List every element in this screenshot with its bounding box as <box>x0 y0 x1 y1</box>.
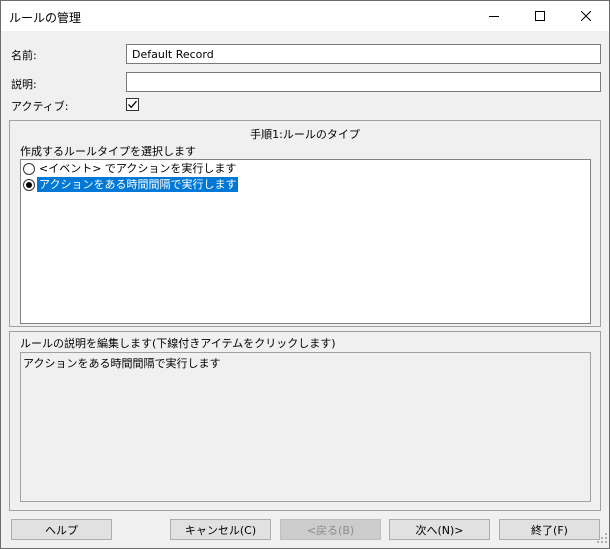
rule-description-group: ルールの説明を編集します(下線付きアイテムをクリックします) アクションをある時… <box>9 331 601 511</box>
rule-description-text: アクションをある時間間隔で実行します <box>23 357 221 370</box>
maximize-button[interactable] <box>517 1 563 31</box>
description-input[interactable] <box>126 72 601 92</box>
back-button[interactable]: <戻る(B) <box>280 519 381 540</box>
help-button[interactable]: ヘルプ <box>11 519 112 540</box>
radio-button-selected[interactable] <box>23 178 35 191</box>
title-bar[interactable]: ルールの管理 <box>1 1 609 31</box>
radio-button[interactable] <box>23 162 35 175</box>
checkmark-icon <box>128 100 137 109</box>
active-checkbox[interactable] <box>126 98 139 111</box>
active-label: アクティブ: <box>11 100 69 113</box>
name-input[interactable] <box>126 44 601 64</box>
step-title: 手順1:ルールのタイプ <box>250 128 360 141</box>
minimize-icon <box>489 16 499 17</box>
rule-type-prompt: 作成するルールタイプを選択します <box>20 145 196 158</box>
maximize-icon <box>535 11 545 21</box>
rule-description-panel[interactable]: アクションをある時間間隔で実行します <box>20 352 591 502</box>
resize-grip-icon[interactable] <box>597 533 607 546</box>
rule-description-title: ルールの説明を編集します(下線付きアイテムをクリックします) <box>20 337 336 350</box>
option-label: <イベント> でアクションを実行します <box>39 162 237 175</box>
next-button[interactable]: 次へ(N)> <box>389 519 490 540</box>
cancel-button[interactable]: キャンセル(C) <box>170 519 271 540</box>
name-label: 名前: <box>11 49 37 62</box>
minimize-button[interactable] <box>471 1 517 31</box>
rule-type-list[interactable]: <イベント> でアクションを実行します アクションをある時間間隔で実行します <box>20 159 591 324</box>
option-label: アクションをある時間間隔で実行します <box>37 177 239 192</box>
rule-manager-window: ルールの管理 名前: 説明: アクティブ: 手順1:ルールのタイプ 作成するルー… <box>0 0 610 549</box>
rule-type-option-event[interactable]: <イベント> でアクションを実行します <box>23 161 238 176</box>
close-icon <box>581 11 591 21</box>
window-title: ルールの管理 <box>9 11 82 25</box>
finish-button[interactable]: 終了(F) <box>499 519 600 540</box>
close-button[interactable] <box>563 1 609 31</box>
description-label: 説明: <box>11 78 37 91</box>
rule-type-option-interval[interactable]: アクションをある時間間隔で実行します <box>23 177 239 192</box>
rule-type-group: 手順1:ルールのタイプ 作成するルールタイプを選択します <イベント> でアクシ… <box>9 120 601 327</box>
